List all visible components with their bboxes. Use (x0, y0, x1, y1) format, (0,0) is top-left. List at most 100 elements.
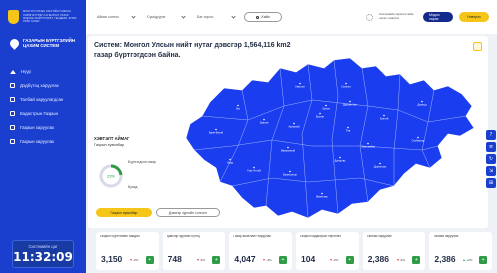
stat-card[interactable]: Газрын бүртгэлийн байдал 3,150 -2% + (96, 232, 159, 270)
province-select[interactable]: Аймаг сонгох (94, 12, 138, 23)
map-outline (185, 57, 475, 219)
trend-value: -2% (133, 258, 139, 262)
chevron-down-icon (131, 13, 136, 19)
province-marker (215, 128, 217, 131)
chevron-down-icon (181, 13, 186, 19)
help-icon[interactable]: ? (486, 130, 496, 140)
stat-value: 104 (301, 254, 316, 264)
clock-label: Системийн цаг (28, 244, 58, 249)
registration-donut: 23% (99, 164, 123, 188)
sidebar-item-label: Газрын харуулах (20, 139, 55, 145)
stat-card[interactable]: Талбай харуулах 2,386 +2% + (429, 232, 493, 270)
stat-trend: -2% (130, 258, 138, 262)
province-marker (349, 100, 351, 103)
search-icon (256, 15, 260, 19)
province-label: Сүхбаатар (412, 139, 425, 143)
stat-label: Талбай харуулах (366, 235, 392, 238)
stat-card[interactable]: Газар ашиглалт харуулах 4,047 -3% + (229, 232, 293, 270)
plus-icon[interactable]: + (212, 256, 221, 264)
plus-icon[interactable]: + (479, 256, 488, 264)
sidebar-item-land-2[interactable]: Газрын харуулах (0, 135, 86, 149)
trend-value: -2% (333, 258, 339, 262)
sidebar-item-label: Дэдбүтэц харуулах (20, 83, 59, 89)
province-label: Орхон (322, 107, 330, 111)
info-heading: ХЭВТЭЛТ АЙМАГ (94, 136, 130, 141)
stat-label: Газрын кадастрын хэрэглээ (300, 235, 341, 238)
sidebar-item-areas[interactable]: Талбай харуулагдсан (0, 93, 86, 107)
settings-gear-icon[interactable] (366, 13, 373, 21)
news-button[interactable]: Мэдээ харах (423, 12, 453, 22)
province-label: Баян-Өлгий (209, 131, 224, 135)
province-marker (289, 170, 291, 173)
trend-up-icon (463, 259, 466, 261)
province-label: Увс (236, 107, 241, 111)
stat-card[interactable]: Дэвсгэр зургийн бүтэц 748 -3% + (162, 232, 226, 270)
sidebar-item-cadastre[interactable]: Кадастрын Газрын (0, 107, 86, 121)
sidebar-item-land[interactable]: Газрын харуулах (0, 121, 86, 135)
clock-time: 11:32:09 (13, 250, 73, 264)
stat-trend: +2% (463, 258, 472, 262)
province-label: Хөвсгөл (295, 85, 305, 89)
document-icon (10, 97, 15, 103)
sidebar-item-home[interactable]: Нүүр (0, 65, 86, 79)
select-value: Сум/дүүрэг (147, 15, 166, 19)
login-button[interactable]: Нэвтрэх (459, 12, 489, 22)
stat-trend: -2% (330, 258, 338, 262)
export-icon[interactable]: ⇲ (486, 166, 496, 176)
home-icon (10, 69, 16, 74)
province-marker (325, 104, 327, 107)
province-label: Булган (316, 115, 325, 119)
trend-down-icon (330, 259, 333, 261)
list-icon[interactable]: ≡ (486, 142, 496, 152)
select-value: Баг хороо (197, 15, 214, 19)
province-marker (383, 114, 385, 117)
refresh-icon[interactable]: ↻ (486, 154, 496, 164)
plus-icon[interactable]: + (145, 256, 154, 264)
province-label: Төв (346, 129, 351, 133)
district-select[interactable]: Сум/дүүрэг (144, 12, 188, 23)
grid-icon[interactable]: ⊞ (486, 178, 496, 188)
province-marker (229, 158, 231, 161)
province-marker (299, 82, 301, 85)
province-marker (237, 104, 239, 107)
stat-card[interactable]: Газрын кадастрын хэрэглээ 104 -2% + (296, 232, 359, 270)
login-button-label: Нэвтрэх (467, 15, 481, 19)
trend-value: +2% (466, 258, 473, 262)
layers-icon (10, 139, 15, 145)
province-label: Хэнтий (380, 117, 389, 121)
khoroo-select[interactable]: Баг хороо (194, 12, 238, 23)
province-label: Дундговь (334, 159, 346, 163)
province-marker (367, 142, 369, 145)
stat-card[interactable]: Талбай харуулах 2,386 -2% + (362, 232, 426, 270)
sidebar-item-infrastructure[interactable]: Дэдбүтэц харуулах (0, 79, 86, 93)
topbar: Аймаг сонгох Сум/дүүрэг Баг хороо Хайх С… (86, 0, 497, 34)
brand-text: ГАЗАРЫН БҮРТГЭЛИЙН ЦАХИМ СИСТЕМ (23, 38, 75, 49)
tab-basemap[interactable]: Дэвсгэр зургийн сонголт (156, 208, 220, 217)
province-label: Сэлэнгэ (341, 85, 351, 89)
search-button[interactable]: Хайх (244, 12, 282, 22)
plus-icon[interactable]: + (412, 256, 421, 264)
brand-subtitle: ЦАХИМ СИСТЕМ (23, 43, 59, 49)
search-label: Хайх (261, 15, 270, 19)
trend-value: -3% (266, 258, 272, 262)
pin-icon (10, 125, 15, 131)
plus-icon[interactable]: + (279, 256, 288, 264)
province-label: Баянхонгор (283, 173, 297, 177)
sidebar-item-label: Кадастрын Газрын (20, 111, 59, 117)
province-label: Дархан-Уул (343, 103, 358, 107)
trend-down-icon (196, 259, 199, 261)
stat-label: Дэвсгэр зургийн бүтэц (166, 235, 200, 238)
stat-cards: Газрын бүртгэлийн байдал 3,150 -2% + Дэв… (96, 232, 493, 270)
sidebar-nav: Нүүр Дэдбүтэц харуулах Талбай харуулагдс… (0, 65, 86, 149)
plus-icon[interactable]: + (345, 256, 354, 264)
tab-land-variant[interactable]: Газрын хувилбар (96, 208, 152, 217)
stat-value: 4,047 (234, 254, 256, 264)
stat-label: Газрын бүртгэлийн байдал (100, 235, 140, 238)
brand[interactable]: ГАЗАРЫН БҮРТГЭЛИЙН ЦАХИМ СИСТЕМ (0, 30, 86, 57)
mongolia-map[interactable]: Баян-Өлгий Увс Ховд Завхан Говь-Алтай Баянхон… (172, 50, 482, 226)
province-marker (253, 166, 255, 169)
stat-trend: -2% (396, 258, 405, 262)
province-marker (263, 118, 265, 121)
org-header: МОНГОЛ УЛСЫН ЗАСГИЙН ГАЗРЫН ХЭРЭГЖҮҮЛЭГЧ… (0, 0, 86, 30)
trend-value: -3% (199, 258, 206, 262)
